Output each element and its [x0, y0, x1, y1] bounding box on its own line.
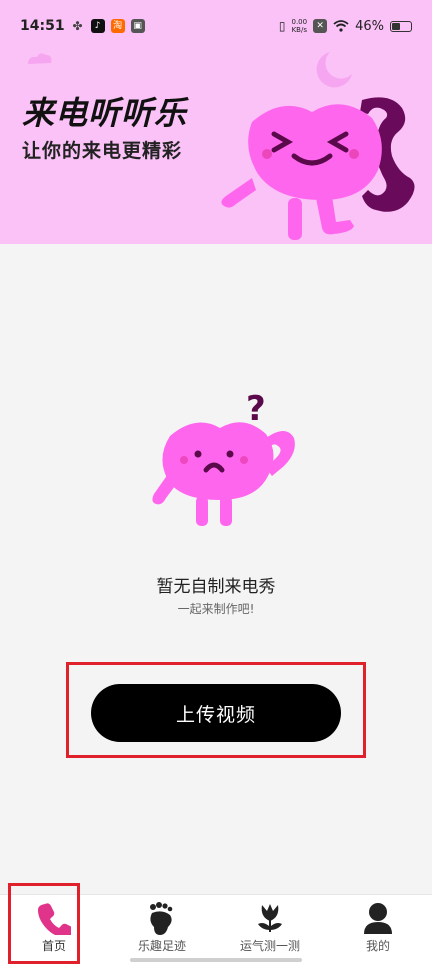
taobao-icon: 淘	[110, 19, 125, 33]
nav-item-footprints[interactable]: 乐趣足迹	[108, 895, 216, 965]
banner-title: 来电听听乐	[22, 94, 188, 132]
tulip-icon	[258, 904, 282, 932]
upload-video-button[interactable]: 上传视频	[91, 684, 341, 742]
nav-label-profile: 我的	[365, 939, 390, 953]
no-sim-icon: ✕	[313, 19, 328, 33]
svg-text:?: ?	[246, 389, 266, 429]
clock: 14:51	[20, 18, 65, 34]
app-notification-icon: ▣	[130, 19, 145, 33]
nav-item-luck[interactable]: 运气测一测	[216, 895, 324, 965]
net-speed-value: 0.00	[291, 18, 308, 26]
net-speed-unit: KB/s	[291, 26, 307, 34]
battery-percent: 46%	[355, 18, 384, 34]
vibrate-icon: ▯	[278, 19, 286, 33]
nav-home-highlight	[8, 883, 80, 964]
footprint-icon	[150, 902, 173, 935]
user-icon	[364, 903, 392, 934]
battery-icon	[390, 20, 412, 32]
pinwheel-icon: ✤	[72, 19, 83, 33]
status-bar: 14:51 ✤ ♪ 淘 ▣ ▯ 0.00 KB/s ✕ 46%	[0, 0, 432, 52]
nav-item-profile[interactable]: 我的	[324, 895, 432, 965]
tiktok-icon: ♪	[90, 19, 105, 33]
nav-label-luck: 运气测一测	[239, 939, 300, 953]
home-indicator	[130, 958, 302, 962]
empty-state-subtitle: 一起来制作吧!	[177, 602, 255, 616]
net-speed: 0.00 KB/s	[292, 18, 308, 34]
confused-mascot-icon: ?	[152, 389, 295, 526]
wifi-icon	[333, 20, 349, 32]
mascot-phone-icon	[221, 97, 415, 240]
banner-subtitle: 让你的来电更精彩	[22, 140, 183, 162]
empty-state-title: 暂无自制来电秀	[156, 577, 276, 597]
nav-label-footprints: 乐趣足迹	[137, 939, 186, 953]
